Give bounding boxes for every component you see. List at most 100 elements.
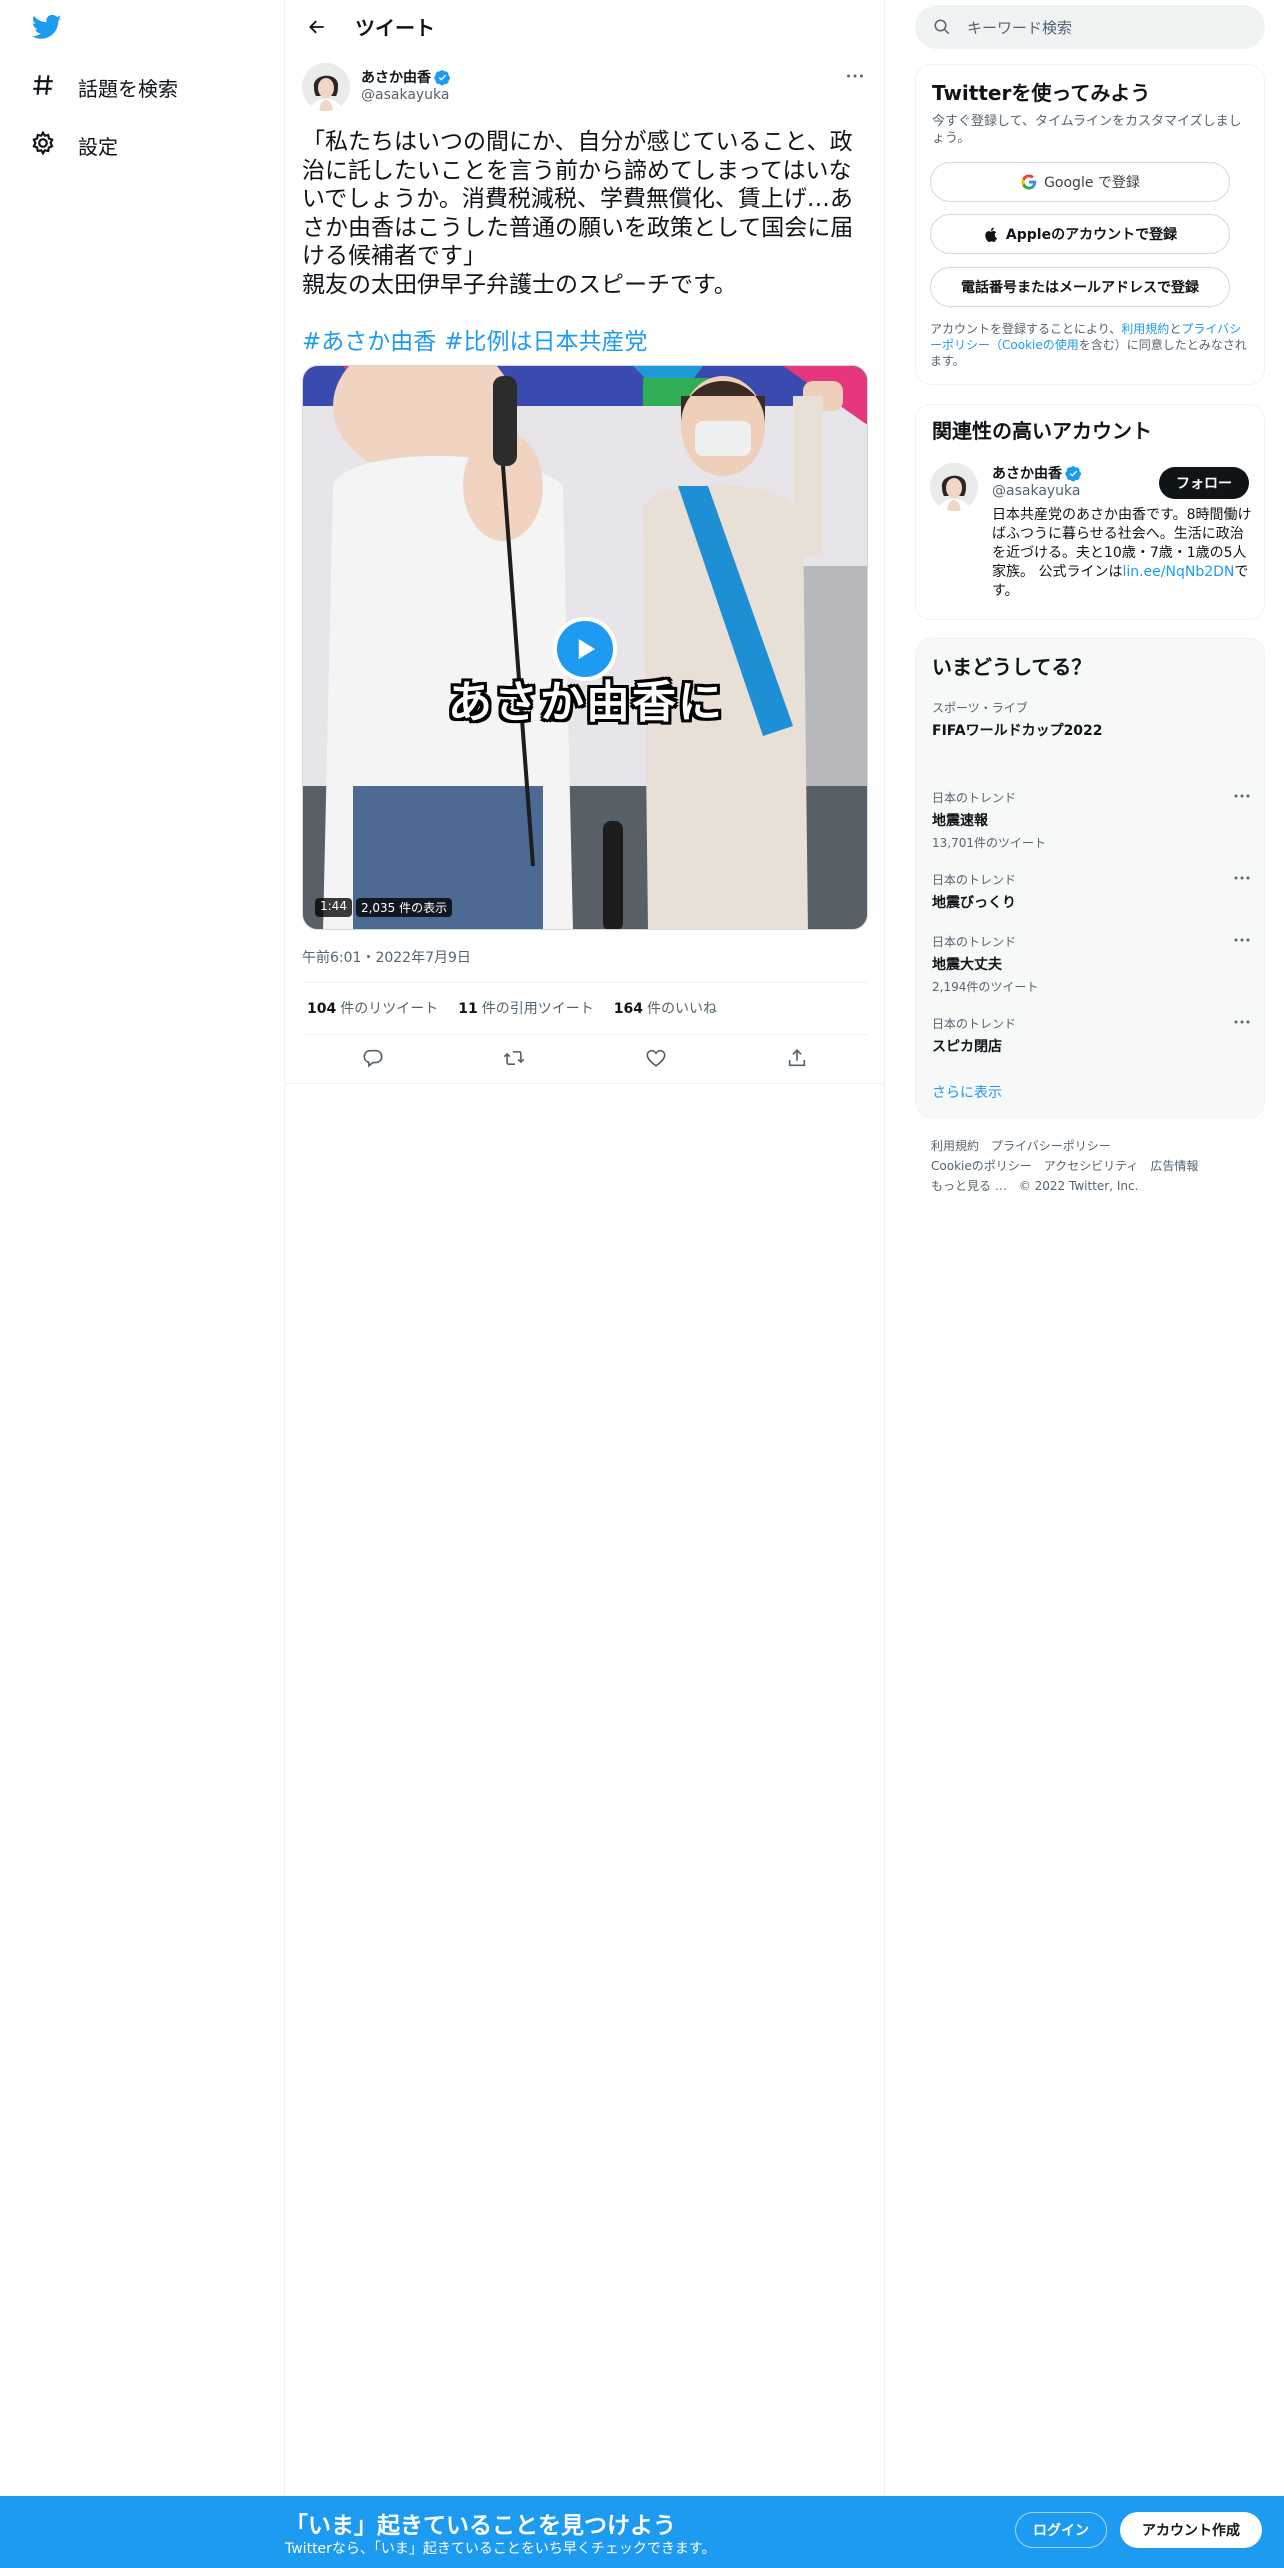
related-name-text: あさか由香 [992,466,1062,482]
stat-number: 104 [307,1001,337,1017]
trend-category: 日本のトレンド [932,873,1017,887]
twitter-logo-icon[interactable] [30,12,66,44]
play-button[interactable] [553,617,617,681]
footer-link[interactable]: 利用規約 [931,1139,979,1153]
trends-title: いまどうしてる？ [932,655,1092,679]
related-title: 関連性の高いアカウント [932,419,1152,443]
reply-icon[interactable] [362,1047,384,1073]
nav-item-settings[interactable]: 設定 [30,120,118,170]
more-options-icon[interactable] [1232,933,1252,947]
terms-text: アカウントを登録することにより、 [930,322,1122,336]
related-handle[interactable]: @asakayuka [992,483,1081,499]
tweet-stats: 104 件のリツイート 11 件の引用ツイート 164 件のいいね [307,998,717,1018]
more-options-icon[interactable] [844,65,868,89]
apple-icon [985,227,997,242]
footer-link[interactable]: 広告情報 [1150,1159,1198,1173]
phone-email-signup-button[interactable]: 電話番号またはメールアドレスで登録 [930,267,1230,307]
author-name-text: あさか由香 [361,70,431,86]
signup-card: Twitterを使ってみよう 今すぐ登録して、タイムラインをカスタマイズしましょ… [915,64,1265,385]
google-icon [1021,174,1037,190]
follow-button[interactable]: フォロー [1159,467,1249,499]
trend-category: 日本のトレンド [932,1017,1017,1031]
trend-item[interactable]: 日本のトレンド 地震大丈夫 2,194件のツイート [932,933,1252,995]
trend-count: 13,701件のツイート [932,836,1046,850]
signup-subtitle: 今すぐ登録して、タイムラインをカスタマイズしましょう。 [932,114,1242,146]
footer-link[interactable]: もっと見る … [931,1179,1007,1193]
apple-signup-button[interactable]: Appleのアカウントで登録 [930,214,1230,254]
stat-label: 件のリツイート [340,1001,439,1017]
divider [302,982,868,983]
trend-category: スポーツ・ライブ [932,701,1028,715]
more-options-icon[interactable] [1232,789,1252,803]
more-options-icon[interactable] [1232,1015,1252,1029]
retweet-count[interactable]: 104 件のリツイート [307,998,438,1018]
hashtag-link[interactable]: #比例は日本共産党 [444,322,647,356]
stat-label: 件の引用ツイート [481,1001,594,1017]
related-accounts-card: 関連性の高いアカウント あさか由香 @asakayuka フォロー 日本共産党の… [915,404,1265,620]
trend-category: 日本のトレンド [932,935,1017,949]
trend-item[interactable]: スポーツ・ライブ FIFAワールドカップ2022 [932,699,1252,740]
play-icon [578,639,595,659]
trend-item[interactable]: 日本のトレンド 地震びっくり [932,871,1252,912]
back-arrow-icon[interactable] [299,9,335,45]
footer-link[interactable]: プライバシーポリシー [991,1139,1111,1153]
nav-item-label: 設定 [78,134,118,159]
author-avatar[interactable] [302,63,350,111]
tweet-hashtags: #あさか由香 #比例は日本共産党 [302,322,648,356]
footer-link[interactable]: Cookieのポリシー [931,1159,1032,1173]
bio-link[interactable]: lin.ee/NqNb2DN [1122,564,1234,580]
signup-title: Twitterを使ってみよう [932,81,1151,105]
verified-badge-icon [1065,465,1082,481]
phone-signup-label: 電話番号またはメールアドレスで登録 [961,280,1199,296]
signup-terms: アカウントを登録することにより、利用規約とプライバシーポリシー（Cookieの使… [930,321,1250,369]
divider [285,1083,885,1084]
banner-title: 「いま」起きていることを見つけよう [285,2513,676,2539]
header-bar: ツイート [285,0,885,53]
search-icon [934,19,950,35]
stat-label: 件のいいね [646,1001,717,1017]
trend-item[interactable]: 日本のトレンド スピカ閉店 [932,1015,1252,1056]
video-duration: 1:44 [315,898,352,917]
search-input[interactable]: キーワード検索 [967,17,1072,38]
tweet-video[interactable]: あさか由香に 1:44 2,035 件の表示 [302,365,868,930]
trend-name: 地震大丈夫 [932,957,1002,973]
related-name[interactable]: あさか由香 [992,463,1082,483]
hashtag-link[interactable]: #あさか由香 [302,322,436,356]
hashtag-icon [30,72,56,103]
related-avatar[interactable] [930,463,978,511]
left-navigation: 話題を検索 設定 [0,0,285,2568]
divider [302,1034,868,1035]
apple-signup-label: Appleのアカウントで登録 [1005,227,1178,243]
related-bio: 日本共産党のあさか由香です。8時間働けばふつうに暮らせる社会へ。生活に政治を近づ… [992,506,1252,601]
tweet-timestamp[interactable]: 午前6:01・2022年7月9日 [302,947,471,967]
share-icon[interactable] [786,1047,808,1073]
footer-link[interactable]: アクセシビリティ [1044,1159,1139,1173]
like-count[interactable]: 164 件のいいね [614,998,717,1018]
video-meta: 1:44 2,035 件の表示 [315,898,453,917]
trends-card: いまどうしてる？ スポーツ・ライブ FIFAワールドカップ2022 日本のトレン… [915,638,1265,1118]
author-handle[interactable]: @asakayuka [361,87,450,103]
video-views: 2,035 件の表示 [355,898,453,917]
nav-item-label: 話題を検索 [78,76,178,101]
terms-link[interactable]: 利用規約 [1121,322,1169,336]
page-title: ツイート [355,16,435,40]
trend-name: FIFAワールドカップ2022 [932,723,1103,739]
tweet-text: 「私たちはいつの間にか、自分が感じていること、政治に託したいことを言う前から諦め… [302,129,854,298]
more-options-icon[interactable] [1232,871,1252,885]
retweet-icon[interactable] [503,1047,525,1073]
google-signup-button[interactable]: Google で登録 [930,162,1230,202]
banner-subtitle: Twitterなら、「いま」起きていることをいち早くチェックできます。 [285,2541,716,2557]
show-more-link[interactable]: さらに表示 [932,1082,1002,1102]
copyright: © 2022 Twitter, Inc. [1018,1179,1139,1193]
search-box[interactable]: キーワード検索 [915,5,1265,49]
login-button[interactable]: ログイン [1015,2512,1107,2548]
trend-name: 地震びっくり [932,895,1016,911]
gear-icon [30,130,56,161]
quote-count[interactable]: 11 件の引用ツイート [458,998,593,1018]
nav-item-explore[interactable]: 話題を検索 [30,62,178,112]
create-account-button[interactable]: アカウント作成 [1120,2512,1262,2548]
author-name[interactable]: あさか由香 [361,67,451,87]
heart-icon[interactable] [645,1047,667,1073]
tweet-actions [302,1040,868,1080]
trend-item[interactable]: 日本のトレンド 地震速報 13,701件のツイート [932,789,1252,851]
